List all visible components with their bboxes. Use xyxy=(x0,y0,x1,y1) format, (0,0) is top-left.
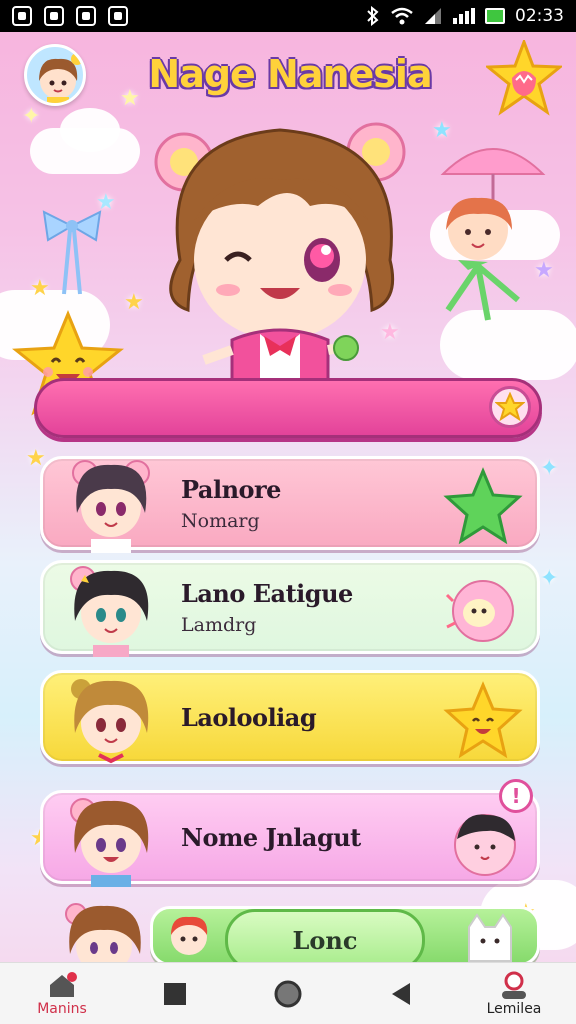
cloud-decoration xyxy=(440,310,576,380)
sparkle-icon: ★ xyxy=(120,86,140,111)
cloud-decoration xyxy=(30,128,140,174)
bag-icon xyxy=(76,6,96,26)
sparkle-icon: ★ xyxy=(30,276,50,301)
square-icon xyxy=(164,982,186,1005)
nav-home-label: Manins xyxy=(37,1000,87,1017)
smiling-star-icon xyxy=(443,681,523,759)
character-portrait xyxy=(70,566,149,657)
list-item[interactable]: Palnore Nomarg xyxy=(40,456,540,553)
camera-icon xyxy=(108,6,128,26)
cloud-decoration xyxy=(430,210,560,260)
status-bar: 02:33 xyxy=(0,0,576,32)
list-item-text: Palnore Nomarg xyxy=(181,459,281,547)
player-avatar[interactable] xyxy=(24,44,86,106)
nav-recents[interactable] xyxy=(125,963,225,1024)
wifi-icon xyxy=(391,7,413,25)
profile-icon xyxy=(502,971,526,999)
character-portrait xyxy=(71,679,149,764)
list-item[interactable]: Laolooliag xyxy=(40,670,540,764)
list-item-text: Laolooliag xyxy=(181,673,317,761)
status-left-icons xyxy=(12,6,128,26)
list-item-name: Lano Eatigue xyxy=(181,578,353,608)
star-rewards-button[interactable] xyxy=(486,40,562,116)
hero-bar[interactable] xyxy=(34,378,542,438)
cloud-decoration xyxy=(60,108,120,152)
nav-profile[interactable]: Lemilea xyxy=(464,963,564,1024)
round-character-icon xyxy=(454,814,516,876)
nav-back[interactable] xyxy=(351,963,451,1024)
signal-icon xyxy=(425,8,441,24)
signal-bars-icon xyxy=(453,8,475,24)
mask-icon xyxy=(44,6,64,26)
character-portrait xyxy=(72,460,150,553)
list-item-name: Palnore xyxy=(181,474,281,504)
circle-icon xyxy=(274,980,302,1007)
game-title: Nage Nanesia xyxy=(148,52,432,96)
status-right-icons: 02:33 xyxy=(365,6,564,26)
home-icon xyxy=(50,971,77,997)
character-portrait xyxy=(70,798,149,887)
sparkle-icon: ★ xyxy=(432,118,452,143)
ribbon-icon xyxy=(42,210,102,295)
nav-profile-label: Lemilea xyxy=(486,1000,542,1017)
mini-character-icon xyxy=(171,916,208,955)
list-item-text: Nome Jnlagut xyxy=(181,793,361,881)
list-item-text: Lano Eatigue Lamdrg xyxy=(181,563,353,651)
sparkle-icon: ★ xyxy=(96,190,116,215)
status-time: 02:33 xyxy=(515,6,564,26)
green-star-icon xyxy=(443,467,523,545)
star-icon xyxy=(495,392,525,422)
back-icon xyxy=(392,982,410,1005)
list-item-name: Laolooliag xyxy=(181,702,317,732)
nav-home-circle[interactable] xyxy=(238,963,338,1024)
pink-sheep-icon xyxy=(445,580,514,642)
avatar-portrait xyxy=(39,53,83,103)
list-item[interactable]: Lano Eatigue Lamdrg xyxy=(40,560,540,657)
fairy-character xyxy=(445,197,520,321)
character-portrait xyxy=(65,903,141,964)
gallery-icon xyxy=(12,6,32,26)
list-item[interactable]: Nome Jnlagut ! xyxy=(40,779,540,887)
favorite-star-button[interactable] xyxy=(489,386,531,428)
notification-badge[interactable]: ! xyxy=(499,779,533,813)
umbrella-icon xyxy=(440,148,546,202)
bluetooth-icon xyxy=(367,6,379,26)
sparkle-icon: ★ xyxy=(534,258,554,283)
bottom-card: Lonc xyxy=(150,906,540,971)
bottom-nav: Manins Lemilea xyxy=(0,962,576,1024)
sparkle-icon: ✦ xyxy=(540,456,559,481)
hero-character xyxy=(154,122,406,410)
battery-icon xyxy=(485,8,505,24)
nav-home[interactable]: Manins xyxy=(12,963,112,1024)
white-cat-icon xyxy=(468,913,512,962)
list-item-name: Nome Jnlagut xyxy=(181,822,361,852)
sparkle-icon: ✦ xyxy=(22,104,41,129)
list-item-subtitle: Lamdrg xyxy=(181,613,257,636)
cloud-decoration xyxy=(0,290,110,360)
list-item-subtitle: Nomarg xyxy=(181,509,260,532)
sparkle-icon: ✦ xyxy=(540,566,559,591)
